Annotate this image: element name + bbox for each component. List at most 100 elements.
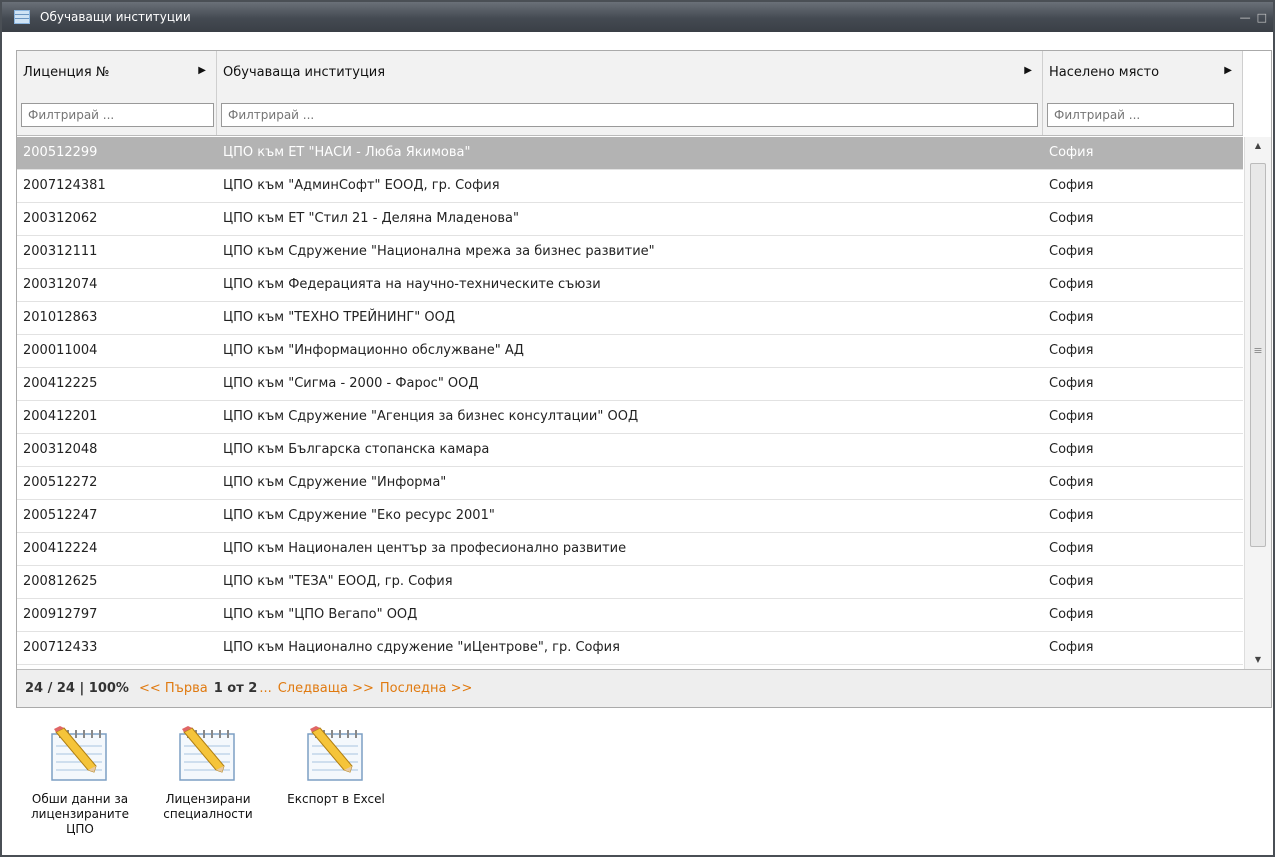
city-cell: София xyxy=(1049,178,1094,193)
column-institution-title[interactable]: Обучаваща институция xyxy=(223,65,385,80)
institution-cell: ЦПО към "Информационно обслужване" АД xyxy=(223,343,524,358)
institution-filter-input[interactable] xyxy=(221,103,1038,127)
minimize-icon[interactable]: — xyxy=(1240,11,1251,24)
institution-cell: ЦПО към "ТЕЗА" ЕООД, гр. София xyxy=(223,574,453,589)
table-row[interactable]: 200312074 ЦПО към Федерацията на научно-т… xyxy=(17,269,1243,302)
table-row[interactable]: 200712433 ЦПО към Национално сдружение "и… xyxy=(17,632,1243,665)
column-menu-arrow-icon[interactable]: ▶ xyxy=(198,65,206,76)
table-row[interactable]: 2007124381 ЦПО към "АдминСофт" ЕООД, гр. … xyxy=(17,170,1243,203)
city-cell: София xyxy=(1049,211,1094,226)
window-title: Обучаващи институции xyxy=(40,10,191,24)
license-filter-input[interactable] xyxy=(21,103,214,127)
table-row[interactable]: 200412224 ЦПО към Национален център за пр… xyxy=(17,533,1243,566)
city-cell: София xyxy=(1049,607,1094,622)
window-titlebar: Обучаващи институции — □ xyxy=(2,2,1273,32)
institution-cell: ЦПО към "АдминСофт" ЕООД, гр. София xyxy=(223,178,500,193)
city-cell: София xyxy=(1049,508,1094,523)
institution-cell: ЦПО към Сдружение "Национална мрежа за б… xyxy=(223,244,655,259)
license-cell: 200912797 xyxy=(23,607,98,622)
table-row[interactable]: 201012863 ЦПО към "ТЕХНО ТРЕЙНИНГ" ООД Соф… xyxy=(17,302,1243,335)
next-page-link[interactable]: Следваща >> xyxy=(278,681,374,696)
institution-cell: ЦПО към Федерацията на научно-технически… xyxy=(223,277,601,292)
city-cell: София xyxy=(1049,310,1094,325)
license-cell: 200412201 xyxy=(23,409,98,424)
column-menu-arrow-icon[interactable]: ▶ xyxy=(1224,65,1232,76)
licensed-specialties-button[interactable]: Лицензирани специалности xyxy=(144,722,272,837)
column-institution: Обучаваща институция ▶ xyxy=(217,51,1043,135)
scrollbar-thumb[interactable]: ≡ xyxy=(1250,163,1266,547)
city-cell: София xyxy=(1049,145,1094,160)
general-data-button[interactable]: Обши данни за лицензираните ЦПО xyxy=(16,722,144,837)
column-city-title[interactable]: Населено място xyxy=(1049,65,1159,80)
notepad-pencil-icon xyxy=(51,726,107,781)
city-cell: София xyxy=(1049,376,1094,391)
pager-ellipsis[interactable]: ... xyxy=(259,681,271,696)
license-cell: 200512299 xyxy=(23,145,98,160)
table-row[interactable]: 200412201 ЦПО към Сдружение "Агенция за б… xyxy=(17,401,1243,434)
column-license: Лиценция № ▶ xyxy=(17,51,217,135)
institution-cell: ЦПО към ЕТ "НАСИ - Люба Якимова" xyxy=(223,145,471,160)
column-city: Населено място ▶ xyxy=(1043,51,1243,135)
first-page-link[interactable]: << Първа xyxy=(139,681,208,696)
licensed-specialties-label: Лицензирани специалности xyxy=(163,792,253,821)
institution-cell: ЦПО към "ЦПО Вегапо" ООД xyxy=(223,607,418,622)
institution-cell: ЦПО към Българска стопанска камара xyxy=(223,442,490,457)
city-cell: София xyxy=(1049,409,1094,424)
table-row[interactable]: 200312111 ЦПО към Сдружение "Национална м… xyxy=(17,236,1243,269)
institution-cell: ЦПО към "ТЕХНО ТРЕЙНИНГ" ООД xyxy=(223,310,456,325)
scroll-up-icon[interactable]: ▲ xyxy=(1245,137,1271,155)
institution-cell: ЦПО към ЕТ "Стил 21 - Деляна Младенова" xyxy=(223,211,519,226)
table-row[interactable]: 200312062 ЦПО към ЕТ "Стил 21 - Деляна Мл… xyxy=(17,203,1243,236)
license-cell: 200312111 xyxy=(23,244,98,259)
vertical-scrollbar[interactable]: ▲ ≡ ▼ xyxy=(1244,137,1271,669)
license-cell: 201012863 xyxy=(23,310,98,325)
institution-cell: ЦПО към Сдружение "Агенция за бизнес кон… xyxy=(223,409,639,424)
table-row[interactable]: 200412225 ЦПО към "Сигма - 2000 - Фарос" … xyxy=(17,368,1243,401)
action-buttons: Обши данни за лицензираните ЦПО Лицензир… xyxy=(16,722,400,837)
current-page: 1 от 2 xyxy=(213,681,258,696)
column-menu-arrow-icon[interactable]: ▶ xyxy=(1024,65,1032,76)
table-row[interactable]: 200011004 ЦПО към "Информационно обслужва… xyxy=(17,335,1243,368)
license-cell: 200512247 xyxy=(23,508,98,523)
license-cell: 2007124381 xyxy=(23,178,106,193)
scroll-down-icon[interactable]: ▼ xyxy=(1245,651,1271,669)
institution-cell: ЦПО към "Сигма - 2000 - Фарос" ООД xyxy=(223,376,479,391)
column-license-title[interactable]: Лиценция № xyxy=(23,65,109,80)
city-cell: София xyxy=(1049,277,1094,292)
city-cell: София xyxy=(1049,574,1094,589)
grid-icon xyxy=(14,10,30,24)
license-cell: 200412225 xyxy=(23,376,98,391)
institutions-window: Обучаващи институции — □ Лиценция № ▶ Об… xyxy=(0,0,1275,857)
institution-cell: ЦПО към Национален център за професионал… xyxy=(223,541,627,556)
license-cell: 200812625 xyxy=(23,574,98,589)
last-page-link[interactable]: Последна >> xyxy=(380,681,473,696)
general-data-label: Обши данни за лицензираните ЦПО xyxy=(30,792,130,836)
city-cell: София xyxy=(1049,442,1094,457)
institution-cell: ЦПО към Сдружение "Информа" xyxy=(223,475,447,490)
license-cell: 200512272 xyxy=(23,475,98,490)
institution-cell: ЦПО към Сдружение "Еко ресурс 2001" xyxy=(223,508,495,523)
table-row[interactable]: 200512299 ЦПО към ЕТ "НАСИ - Люба Якимова… xyxy=(17,137,1243,170)
notepad-pencil-icon xyxy=(179,726,235,781)
table-row[interactable]: 200512247 ЦПО към Сдружение "Еко ресурс 2… xyxy=(17,500,1243,533)
notepad-pencil-icon xyxy=(307,726,363,781)
institution-cell: ЦПО към Национално сдружение "иЦентрове"… xyxy=(223,640,620,655)
license-cell: 200712433 xyxy=(23,640,98,655)
maximize-icon[interactable]: □ xyxy=(1257,11,1267,24)
window-controls: — □ xyxy=(1240,11,1267,24)
city-cell: София xyxy=(1049,541,1094,556)
license-cell: 200312062 xyxy=(23,211,98,226)
table-row[interactable]: 200312048 ЦПО към Българска стопанска кам… xyxy=(17,434,1243,467)
city-filter-input[interactable] xyxy=(1047,103,1234,127)
table-row[interactable]: 200512272 ЦПО към Сдружение "Информа" Софи… xyxy=(17,467,1243,500)
license-cell: 200312048 xyxy=(23,442,98,457)
city-cell: София xyxy=(1049,640,1094,655)
export-excel-label: Експорт в Excel xyxy=(287,792,385,806)
institutions-grid: Лиценция № ▶ Обучаваща институция ▶ Насе… xyxy=(16,50,1272,708)
export-excel-button[interactable]: Експорт в Excel xyxy=(272,722,400,837)
table-row[interactable]: 200912797 ЦПО към "ЦПО Вегапо" ООД София xyxy=(17,599,1243,632)
city-cell: София xyxy=(1049,343,1094,358)
grip-icon: ≡ xyxy=(1253,344,1263,357)
table-row[interactable]: 200812625 ЦПО към "ТЕЗА" ЕООД, гр. София С… xyxy=(17,566,1243,599)
grid-header: Лиценция № ▶ Обучаваща институция ▶ Насе… xyxy=(17,51,1243,136)
